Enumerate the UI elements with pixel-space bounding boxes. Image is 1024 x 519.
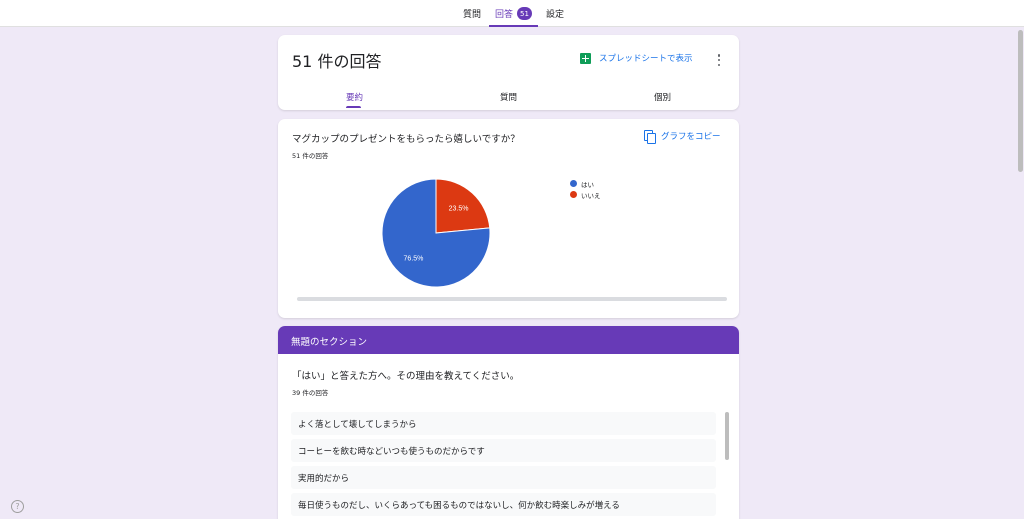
response-count-badge: 51 [517,7,532,20]
answer-item: よく落として壊してしまうから [291,412,716,435]
answer-item: 実用的だから [291,466,716,489]
tab-questions-label: 質問 [463,10,482,20]
page-title: 51 件の回答 [292,52,382,71]
tab-question[interactable]: 質問 [500,91,517,103]
tab-summary[interactable]: 要約 [346,91,363,103]
chart-legend: はい いいえ [570,178,601,200]
sheets-icon [580,52,591,64]
pie-label-0: 76.5% [404,255,424,262]
legend-swatch [570,180,577,187]
answer-list: よく落として壊してしまうから コーヒーを飲む時などいつも使うものだからです 実用… [291,412,716,519]
page-scrollbar[interactable] [1016,28,1024,519]
answer-list-scrollbar[interactable] [725,412,729,460]
legend-label: いいえ [581,191,601,200]
pie-label-1: 23.5% [449,206,469,213]
view-in-sheets-label: スプレッドシートで表示 [599,54,693,64]
legend-item-0: はい [570,178,601,189]
tab-settings[interactable]: 設定 [546,0,564,27]
tab-responses[interactable]: 回答 51 [489,0,538,27]
more-options-icon[interactable] [716,53,722,67]
responses-header-card: 51 件の回答 スプレッドシートで表示 要約 質問 個別 [278,35,739,110]
answer-item: コーヒーを飲む時などいつも使うものだからです [291,439,716,462]
help-icon[interactable]: ? [11,500,24,513]
question2-title: 「はい」と答えた方へ。その理由を教えてください。 [292,371,520,382]
active-tab-indicator [346,106,361,108]
question2-response-count: 39 件の回答 [292,389,329,397]
chart-horizontal-scrollbar[interactable] [297,297,727,301]
top-navigation: 質問 回答 51 設定 [0,0,1024,27]
page-scroll-thumb[interactable] [1018,30,1023,172]
section-card: 無題のセクション 「はい」と答えた方へ。その理由を教えてください。 39 件の回… [278,326,739,519]
legend-item-1: いいえ [570,189,601,200]
legend-swatch [570,191,577,198]
tab-settings-label: 設定 [546,10,565,20]
tab-individual[interactable]: 個別 [654,91,671,103]
answer-item: 毎日使うものだし、いくらあっても困るものではないし、何か飲む時楽しみが増える [291,493,716,516]
pie-chart: 23.5% 76.5% [381,178,491,288]
section-title: 無題のセクション [278,326,739,354]
tab-responses-label: 回答 [495,10,514,20]
tab-questions[interactable]: 質問 [463,0,481,27]
question-summary-card: マグカップのプレゼントをもらったら嬉しいですか？ 51 件の回答 グラフをコピー… [278,119,739,318]
legend-label: はい [581,180,594,189]
view-in-sheets-button[interactable]: スプレッドシートで表示 [580,52,693,64]
